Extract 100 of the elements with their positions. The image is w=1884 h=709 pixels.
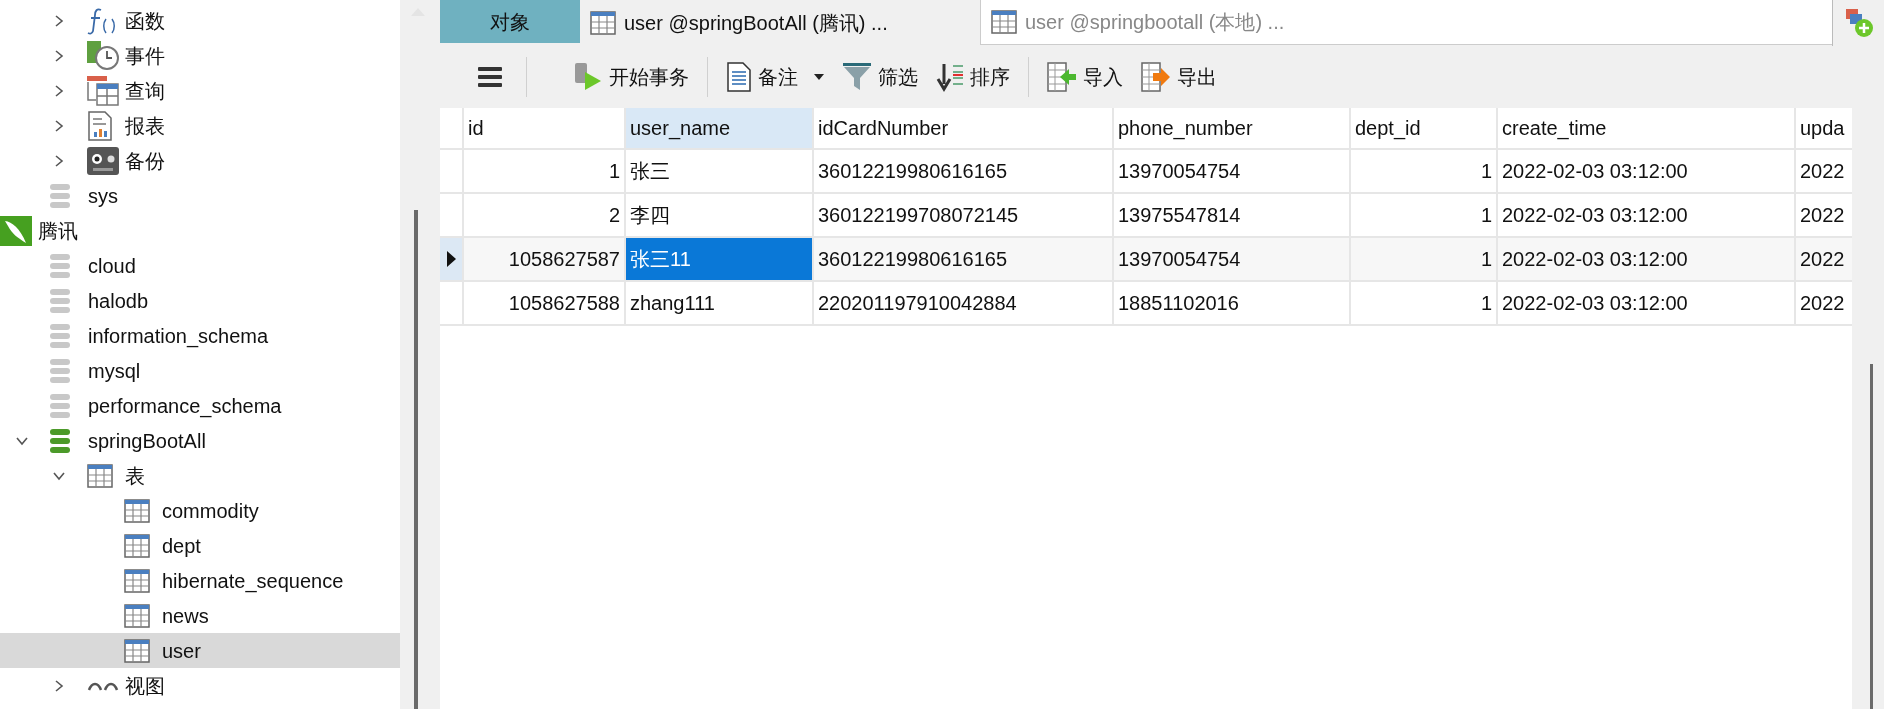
tree-item[interactable]: 备份 xyxy=(0,143,400,178)
function-icon xyxy=(87,6,117,35)
tree-item[interactable]: 视图 xyxy=(0,668,400,703)
column-header[interactable]: user_name xyxy=(626,108,814,148)
tree-item[interactable]: 查询 xyxy=(0,73,400,108)
table-cell[interactable]: 1 xyxy=(1351,282,1498,324)
database-icon xyxy=(50,393,70,418)
table-cell[interactable]: 2022 xyxy=(1796,282,1852,324)
filter-icon xyxy=(842,62,872,92)
toolbar-button[interactable]: 开始事务 xyxy=(541,57,693,97)
table-cell[interactable]: 2022 xyxy=(1796,150,1852,192)
tree-item[interactable]: halodb xyxy=(0,283,400,318)
tree-item[interactable]: cloud xyxy=(0,248,400,283)
tab[interactable]: 对象 xyxy=(440,0,580,43)
database-icon xyxy=(50,323,70,348)
table-cell[interactable]: 360122199708072145 xyxy=(814,194,1114,236)
add-tab-icon[interactable] xyxy=(1843,8,1874,38)
column-header[interactable]: dept_id xyxy=(1351,108,1498,148)
current-row-icon xyxy=(446,251,456,267)
table-cell[interactable]: 1 xyxy=(1351,194,1498,236)
tree-item[interactable]: mysql xyxy=(0,353,400,388)
table-icon xyxy=(124,533,150,558)
table-cell[interactable]: 13970054754 xyxy=(1114,150,1351,192)
import-table-icon xyxy=(1047,62,1077,92)
column-header[interactable]: upda xyxy=(1796,108,1852,148)
chevron-right-icon[interactable] xyxy=(53,679,65,692)
table-icon xyxy=(124,638,150,663)
scrollbar-thumb[interactable] xyxy=(414,210,418,709)
column-header[interactable]: phone_number xyxy=(1114,108,1351,148)
table-icon xyxy=(124,568,150,593)
table-cell[interactable]: 2022-02-03 03:12:00 xyxy=(1498,238,1796,280)
chevron-right-icon[interactable] xyxy=(53,154,65,167)
tree-item[interactable]: news xyxy=(0,598,400,633)
table-cell[interactable]: 18851102016 xyxy=(1114,282,1351,324)
table-cell[interactable]: 2022-02-03 03:12:00 xyxy=(1498,282,1796,324)
database-icon xyxy=(50,428,70,453)
table-icon xyxy=(124,603,150,628)
document-icon xyxy=(726,62,752,92)
tape-icon xyxy=(87,146,119,175)
chevron-right-icon[interactable] xyxy=(53,49,65,62)
table-cell[interactable]: 1 xyxy=(1351,238,1498,280)
table-cell[interactable]: 2022-02-03 03:12:00 xyxy=(1498,150,1796,192)
tree-item[interactable]: user xyxy=(0,633,400,668)
table-cell[interactable]: 13975547814 xyxy=(1114,194,1351,236)
table-cell[interactable]: 36012219980616165 xyxy=(814,150,1114,192)
database-icon xyxy=(50,288,70,313)
table-cell[interactable]: 2 xyxy=(464,194,626,236)
export-table-icon xyxy=(1141,62,1171,92)
toolbar-button[interactable]: 筛选 xyxy=(838,57,922,97)
column-header[interactable]: idCardNumber xyxy=(814,108,1114,148)
tree-item[interactable]: sys xyxy=(0,178,400,213)
table-cell[interactable]: zhang111 xyxy=(626,282,814,324)
table-icon xyxy=(124,498,150,523)
tree-item[interactable]: performance_schema xyxy=(0,388,400,423)
table-cell[interactable]: 1 xyxy=(464,150,626,192)
table-cell[interactable]: 36012219980616165 xyxy=(814,238,1114,280)
table-icon xyxy=(590,11,616,35)
table-cell[interactable]: 张三 xyxy=(626,150,814,192)
table-cell[interactable]: 张三11 xyxy=(626,238,814,280)
report-icon xyxy=(87,110,113,141)
table-cell[interactable]: 1058627588 xyxy=(464,282,626,324)
clock-icon xyxy=(87,40,119,71)
table-cell[interactable]: 2022 xyxy=(1796,194,1852,236)
tree-item[interactable]: information_schema xyxy=(0,318,400,353)
tree-item[interactable]: 腾讯 xyxy=(0,213,400,248)
play-database-icon xyxy=(573,62,603,92)
tree-item[interactable]: hibernate_sequence xyxy=(0,563,400,598)
tree-item[interactable]: 函数 xyxy=(0,3,400,38)
column-header[interactable]: create_time xyxy=(1498,108,1796,148)
database-icon xyxy=(50,183,70,208)
caret-icon[interactable] xyxy=(814,74,824,80)
table-cell[interactable]: 13970054754 xyxy=(1114,238,1351,280)
tree-item[interactable]: 事件 xyxy=(0,38,400,73)
tree-item[interactable]: dept xyxy=(0,528,400,563)
glasses-icon xyxy=(87,680,119,691)
sort-icon xyxy=(936,62,964,92)
database-icon xyxy=(50,253,70,278)
chevron-right-icon[interactable] xyxy=(53,14,65,27)
toolbar-button[interactable]: 导出 xyxy=(1137,57,1221,97)
query-table-icon xyxy=(87,75,119,106)
table-cell[interactable]: 李四 xyxy=(626,194,814,236)
tree-item[interactable]: springBootAll xyxy=(0,423,400,458)
tree-item[interactable]: 表 xyxy=(0,458,400,493)
table-cell[interactable]: 220201197910042884 xyxy=(814,282,1114,324)
toolbar-button[interactable]: 排序 xyxy=(932,57,1014,97)
tree-item[interactable]: commodity xyxy=(0,493,400,528)
toolbar-button[interactable]: 备注 xyxy=(722,57,828,97)
tree-item[interactable]: 报表 xyxy=(0,108,400,143)
scrollbar-thumb[interactable] xyxy=(1870,364,1873,709)
chevron-right-icon[interactable] xyxy=(53,119,65,132)
table-icon xyxy=(991,10,1017,34)
table-icon xyxy=(87,463,113,488)
table-cell[interactable]: 1 xyxy=(1351,150,1498,192)
table-cell[interactable]: 2022-02-03 03:12:00 xyxy=(1498,194,1796,236)
tab[interactable]: user @springbootall (本地) ... xyxy=(980,0,1832,45)
table-cell[interactable]: 2022 xyxy=(1796,238,1852,280)
database-icon xyxy=(50,358,70,383)
menu-icon xyxy=(478,66,502,88)
toolbar-button[interactable]: 导入 xyxy=(1043,57,1127,97)
chevron-right-icon[interactable] xyxy=(53,84,65,97)
